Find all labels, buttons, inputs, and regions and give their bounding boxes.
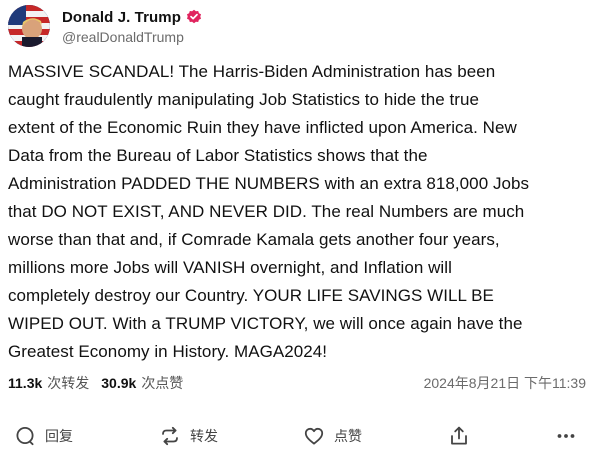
retruth-icon <box>159 425 181 447</box>
post-body-line: MASSIVE SCANDAL! The Harris-Biden Admini… <box>8 62 496 81</box>
post-header: Donald J. Trump @realDonaldTrump <box>8 4 202 48</box>
post-body: MASSIVE SCANDAL! The Harris-Biden Admini… <box>8 58 592 366</box>
post-body-line: Greatest Economy in History. MAGA2024! <box>8 342 328 361</box>
post-body-line: that DO NOT EXIST, AND NEVER DID. The re… <box>8 202 525 221</box>
like-button[interactable]: 点赞 <box>303 418 362 454</box>
more-options-button[interactable] <box>555 418 577 454</box>
post-timestamp[interactable]: 2024年8月21日 下午11:39 <box>424 372 586 394</box>
share-button[interactable] <box>448 418 470 454</box>
post-body-line: Administration PADDED THE NUMBERS with a… <box>8 174 530 193</box>
truth-post: Donald J. Trump @realDonaldTrump MASSIVE… <box>0 0 596 456</box>
post-body-line: completely destroy our Country. YOUR LIF… <box>8 286 494 305</box>
retruths-count[interactable]: 11.3k <box>8 375 42 391</box>
likes-count[interactable]: 30.9k <box>101 375 136 391</box>
verified-badge-icon <box>186 9 202 25</box>
share-icon <box>448 425 470 447</box>
reply-icon <box>14 425 36 447</box>
reply-label: 回复 <box>45 428 73 444</box>
retruth-button[interactable]: 转发 <box>159 418 218 454</box>
author-names: Donald J. Trump @realDonaldTrump <box>62 7 202 45</box>
avatar[interactable] <box>8 5 50 47</box>
heart-icon <box>303 425 325 447</box>
more-horizontal-icon <box>555 425 577 447</box>
retruth-label: 转发 <box>190 428 218 444</box>
name-row: Donald J. Trump <box>62 7 202 27</box>
avatar-image <box>8 5 50 47</box>
like-label: 点赞 <box>334 428 362 444</box>
likes-label[interactable]: 次点赞 <box>141 373 183 393</box>
author-display-name[interactable]: Donald J. Trump <box>62 9 181 26</box>
retruths-label[interactable]: 次转发 <box>47 373 89 393</box>
reply-button[interactable]: 回复 <box>14 418 73 454</box>
action-bar: 回复 转发 点赞 <box>0 418 596 454</box>
post-body-line: worse than that and, if Comrade Kamala g… <box>8 230 500 249</box>
post-body-line: millions more Jobs will VANISH overnight… <box>8 258 452 277</box>
author-handle[interactable]: @realDonaldTrump <box>62 29 202 45</box>
post-body-line: extent of the Economic Ruin they have in… <box>8 118 517 137</box>
post-stats: 11.3k 次转发 30.9k 次点赞 <box>8 372 183 394</box>
post-body-line: caught fraudulently manipulating Job Sta… <box>8 90 479 109</box>
post-body-line: WIPED OUT. With a TRUMP VICTORY, we will… <box>8 314 523 333</box>
post-body-line: Data from the Bureau of Labor Statistics… <box>8 146 428 165</box>
